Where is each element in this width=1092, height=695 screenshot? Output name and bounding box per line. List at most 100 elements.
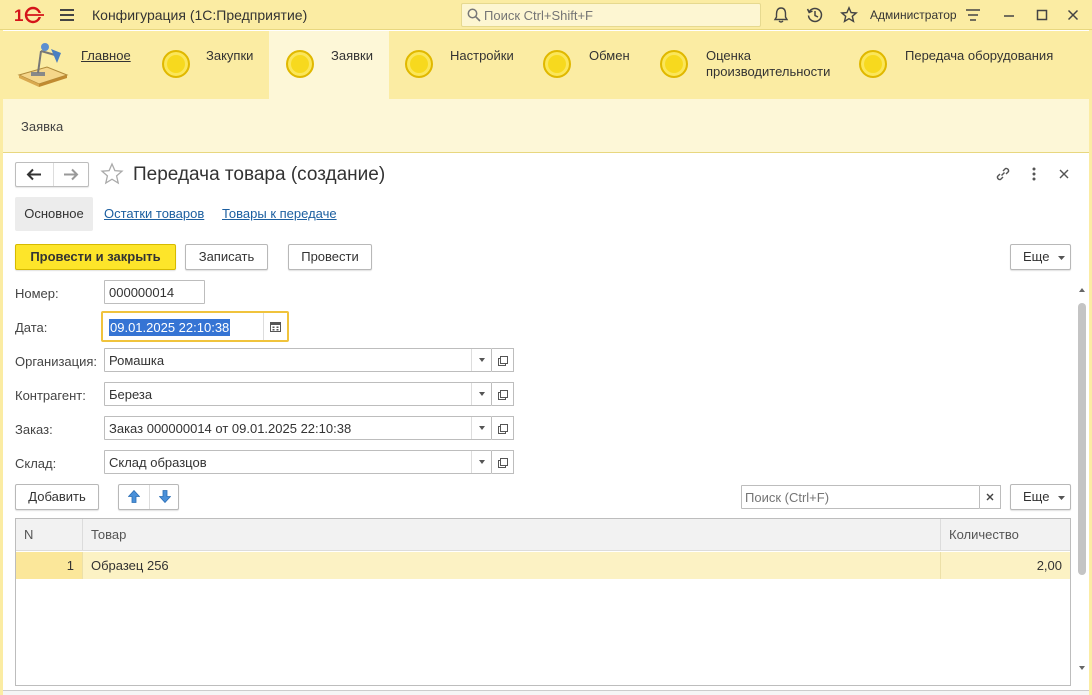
more-vertical-icon[interactable] [1025, 165, 1043, 183]
order-open-button[interactable] [492, 416, 514, 440]
arrow-left-icon [26, 168, 41, 181]
nav-buttons [15, 162, 89, 187]
section-commands: Заявка [3, 99, 1089, 153]
arrow-down-icon [159, 490, 171, 503]
favorites-star-icon[interactable] [840, 6, 858, 24]
column-product[interactable]: Товар [83, 519, 941, 551]
1c-logo-icon[interactable]: 1 [14, 6, 44, 24]
tab-stock-balances[interactable]: Остатки товаров [104, 197, 204, 231]
row-number: 1 [16, 552, 82, 579]
warehouse-field[interactable]: Склад образцов [104, 450, 492, 474]
section-settings-label[interactable]: Настройки [450, 48, 514, 64]
scroll-down-icon[interactable] [1079, 665, 1085, 671]
equipment-transfer-icon [859, 50, 887, 78]
organization-field[interactable]: Ромашка [104, 348, 492, 372]
organization-open-button[interactable] [492, 348, 514, 372]
date-field[interactable]: 09.01.2025 22:10:38 [101, 311, 289, 342]
sections-panel: Главное Закупки Заявки Настройки Обмен О… [3, 31, 1089, 99]
purchases-icon [162, 50, 190, 78]
scroll-up-icon[interactable] [1079, 287, 1085, 293]
move-down-button[interactable] [149, 485, 179, 509]
minimize-icon[interactable] [1000, 6, 1018, 24]
global-search-input[interactable] [484, 7, 754, 23]
save-button[interactable]: Записать [185, 244, 268, 270]
calendar-button[interactable] [263, 313, 287, 340]
arrow-right-icon [64, 168, 79, 181]
section-exchange-label[interactable]: Обмен [589, 48, 630, 64]
clear-search-button[interactable] [980, 485, 1001, 509]
section-exchange[interactable]: Обмен [533, 31, 643, 99]
section-requests[interactable]: Заявки [269, 31, 389, 99]
back-button[interactable] [16, 163, 52, 186]
main-menu-icon[interactable] [60, 9, 74, 21]
link-icon[interactable] [994, 165, 1012, 183]
section-main-label[interactable]: Главное [81, 48, 131, 64]
column-n[interactable]: N [16, 519, 83, 551]
more-button-label: Еще [1023, 249, 1050, 264]
cell-divider [82, 552, 83, 579]
global-search[interactable] [461, 3, 761, 27]
column-quantity[interactable]: Количество [941, 519, 1070, 551]
open-form-icon [498, 424, 508, 434]
post-button[interactable]: Провести [288, 244, 372, 270]
date-value: 09.01.2025 22:10:38 [109, 319, 231, 336]
tab-goods-to-transfer[interactable]: Товары к передаче [222, 197, 337, 231]
section-performance-label[interactable]: Оценка производительности [706, 48, 836, 80]
table-more-button[interactable]: Еще [1010, 484, 1071, 510]
post-and-close-button[interactable]: Провести и закрыть [15, 244, 176, 270]
warehouse-dropdown-icon[interactable] [471, 451, 491, 473]
section-equipment-transfer-label[interactable]: Передача оборудования [905, 48, 1053, 64]
chevron-down-icon [1058, 496, 1065, 500]
command-request[interactable]: Заявка [21, 119, 63, 134]
title-bar: 1 Конфигурация (1С:Предприятие) Админист… [0, 0, 1092, 30]
section-purchases[interactable]: Закупки [147, 31, 267, 99]
add-row-button[interactable]: Добавить [15, 484, 99, 510]
section-settings[interactable]: Настройки [393, 31, 523, 99]
close-form-icon[interactable] [1055, 165, 1073, 183]
row-quantity[interactable]: 2,00 [941, 552, 1062, 579]
settings-menu-icon[interactable] [964, 6, 982, 24]
number-field[interactable]: 000000014 [104, 280, 205, 304]
organization-label: Организация: [15, 354, 98, 369]
move-up-button[interactable] [119, 485, 149, 509]
warehouse-open-button[interactable] [492, 450, 514, 474]
table-row[interactable]: 1 Образец 256 2,00 [16, 552, 1070, 579]
date-label: Дата: [15, 320, 48, 335]
row-product[interactable]: Образец 256 [91, 552, 931, 579]
bell-icon[interactable] [772, 6, 790, 24]
section-performance[interactable]: Оценка производительности [651, 31, 841, 99]
open-form-icon [498, 458, 508, 468]
history-icon[interactable] [806, 6, 824, 24]
counterparty-label: Контрагент: [15, 388, 86, 403]
open-form-icon [498, 356, 508, 366]
order-label: Заказ: [15, 422, 53, 437]
status-strip [3, 690, 1089, 695]
maximize-icon[interactable] [1033, 6, 1051, 24]
counterparty-dropdown-icon[interactable] [471, 383, 491, 405]
table-search-field[interactable] [741, 485, 980, 509]
close-window-icon[interactable] [1064, 6, 1082, 24]
table-search-input[interactable] [745, 489, 975, 505]
order-dropdown-icon[interactable] [471, 417, 491, 439]
search-icon [467, 8, 481, 22]
form-scrollbar[interactable] [1077, 287, 1087, 677]
forward-button[interactable] [53, 163, 89, 186]
section-requests-label[interactable]: Заявки [331, 48, 373, 64]
section-purchases-label[interactable]: Закупки [206, 48, 253, 64]
scrollbar-thumb[interactable] [1078, 303, 1086, 575]
user-name[interactable]: Администратор [870, 8, 957, 22]
move-buttons [118, 484, 179, 510]
order-field[interactable]: Заказ 000000014 от 09.01.2025 22:10:38 [104, 416, 492, 440]
section-main[interactable]: Главное [3, 31, 143, 99]
favorite-star-icon[interactable] [100, 162, 124, 186]
requests-icon [286, 50, 314, 78]
calendar-icon [270, 322, 281, 332]
warehouse-value: Склад образцов [109, 455, 207, 470]
more-button[interactable]: Еще [1010, 244, 1071, 270]
counterparty-field[interactable]: Береза [104, 382, 492, 406]
organization-dropdown-icon[interactable] [471, 349, 491, 371]
section-equipment-transfer[interactable]: Передача оборудования [849, 31, 1079, 99]
performance-icon [660, 50, 688, 78]
tab-main[interactable]: Основное [15, 197, 93, 231]
counterparty-open-button[interactable] [492, 382, 514, 406]
